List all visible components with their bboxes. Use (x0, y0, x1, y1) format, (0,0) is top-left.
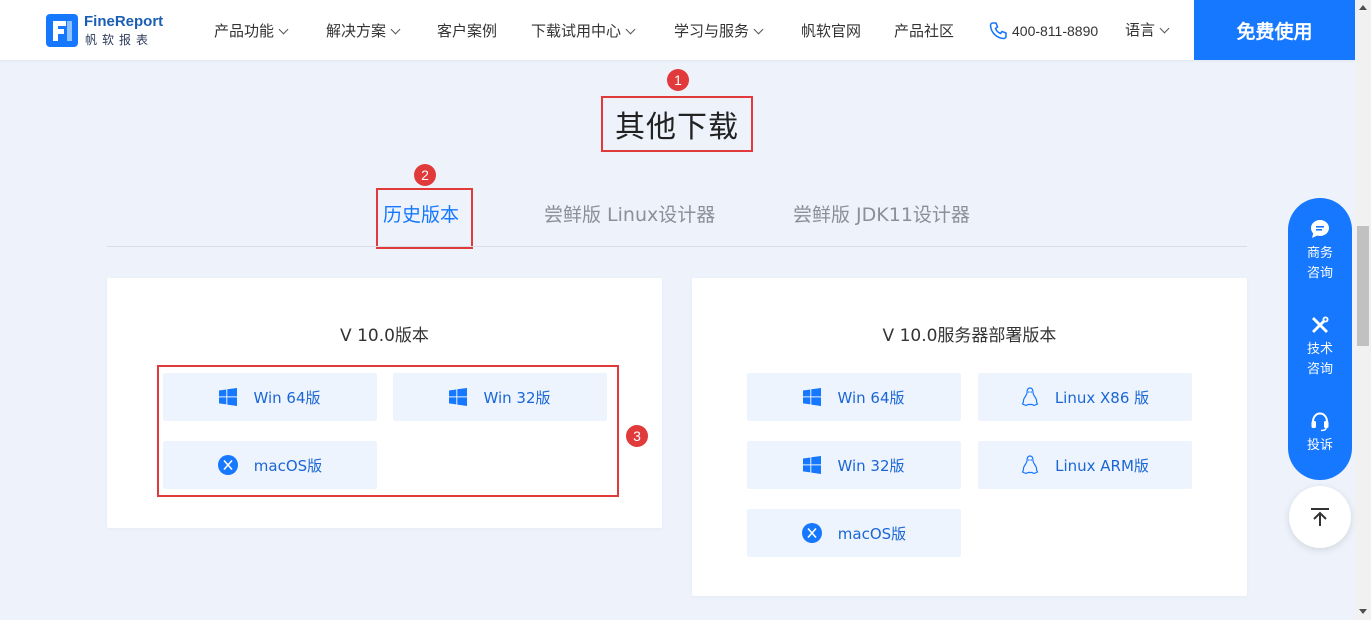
back-to-top-button[interactable] (1289, 486, 1351, 548)
nav-label: 客户案例 (437, 22, 498, 40)
linux-icon (1021, 455, 1039, 475)
complaint-button[interactable]: 投诉 (1288, 410, 1352, 456)
button-label: Linux ARM版 (1055, 456, 1149, 475)
button-label: Win 32版 (837, 456, 905, 475)
buttons-highlight-box (157, 365, 619, 497)
tech-consult-button[interactable]: 技术 咨询 (1288, 314, 1352, 380)
download-server-macos-button[interactable]: macOS版 (747, 509, 961, 557)
float-label-line2: 咨询 (1306, 266, 1333, 281)
phone-number[interactable]: 400-811-8890 (988, 20, 1098, 42)
nav-label: 下载试用中心 (531, 22, 622, 40)
language-selector[interactable]: 语言 (1125, 20, 1170, 40)
float-label-line2: 咨询 (1306, 362, 1333, 377)
download-linux-arm-button[interactable]: Linux ARM版 (978, 441, 1192, 489)
page-title: 其他下载 (615, 110, 739, 145)
card-title: V 10.0版本 (340, 326, 429, 346)
nav-item-learning-services[interactable]: 学习与服务 (674, 21, 764, 41)
button-label: macOS版 (837, 524, 907, 543)
business-consult-button[interactable]: 商务 咨询 (1288, 218, 1352, 284)
nav-item-download-center[interactable]: 下载试用中心 (531, 21, 636, 41)
tools-icon (1312, 316, 1329, 333)
scrollbar-thumb[interactable] (1357, 226, 1369, 346)
tab-preview-jdk11-designer[interactable]: 尝鲜版 JDK11设计器 (793, 200, 970, 227)
linux-icon (1021, 387, 1039, 407)
windows-icon (803, 456, 822, 474)
card-title: V 10.0服务器部署版本 (882, 326, 1057, 346)
tab-preview-linux-designer[interactable]: 尝鲜版 Linux设计器 (544, 200, 715, 227)
free-trial-button[interactable]: 免费使用 (1194, 0, 1355, 60)
chevron-down-icon (1159, 23, 1170, 34)
annotation-badge-3: 3 (626, 425, 648, 447)
float-label-line1: 技术 (1306, 342, 1333, 357)
chevron-down-icon (278, 24, 289, 35)
download-server-win64-button[interactable]: Win 64版 (747, 373, 961, 421)
nav-label: 产品社区 (894, 22, 955, 40)
site-header: FineReport 帆软报表 产品功能 解决方案 客户案例 下载试用中心 学习… (0, 0, 1355, 60)
language-label: 语言 (1125, 21, 1156, 39)
chat-icon (1311, 220, 1329, 238)
macos-icon (801, 523, 822, 543)
phone-icon (989, 22, 1007, 40)
nav-item-solutions[interactable]: 解决方案 (326, 21, 401, 41)
scroll-up-arrow-icon[interactable] (1359, 5, 1367, 10)
button-label: Win 64版 (837, 388, 905, 407)
tabs-divider (107, 246, 1247, 247)
nav-label: 解决方案 (326, 22, 387, 40)
annotation-badge-2: 2 (414, 164, 436, 186)
chevron-down-icon (625, 24, 636, 35)
nav-item-official-site[interactable]: 帆软官网 (801, 21, 861, 41)
nav-label: 帆软官网 (801, 22, 862, 40)
page-scrollbar[interactable] (1355, 0, 1371, 620)
annotation-badge-1: 1 (667, 69, 689, 91)
title-highlight-box: 其他下载 (601, 96, 753, 152)
nav-label: 学习与服务 (674, 22, 750, 40)
chevron-down-icon (390, 24, 401, 35)
download-server-win32-button[interactable]: Win 32版 (747, 441, 961, 489)
float-label-line1: 商务 (1306, 246, 1333, 261)
float-label-line1: 投诉 (1306, 438, 1333, 453)
nav-item-customer-cases[interactable]: 客户案例 (437, 21, 497, 41)
phone-text: 400-811-8890 (1012, 23, 1099, 39)
finereport-logo-icon (46, 14, 78, 47)
nav-label: 产品功能 (214, 22, 275, 40)
nav-item-community[interactable]: 产品社区 (894, 21, 954, 41)
download-linux-x86-button[interactable]: Linux X86 版 (978, 373, 1192, 421)
arrow-up-icon (1311, 508, 1329, 526)
logo-name: FineReport (84, 13, 164, 30)
scroll-down-arrow-icon[interactable] (1359, 609, 1367, 614)
logo-subtitle: 帆软报表 (85, 33, 154, 47)
button-label: Linux X86 版 (1054, 388, 1150, 407)
headset-icon (1311, 412, 1329, 432)
nav-item-product-features[interactable]: 产品功能 (214, 21, 289, 41)
floating-contact-bar: 商务 咨询 技术 咨询 投诉 (1288, 198, 1352, 480)
tab-history-versions[interactable]: 历史版本 (383, 200, 459, 227)
chevron-down-icon (753, 24, 764, 35)
windows-icon (803, 388, 822, 406)
logo[interactable]: FineReport 帆软报表 (46, 12, 166, 48)
